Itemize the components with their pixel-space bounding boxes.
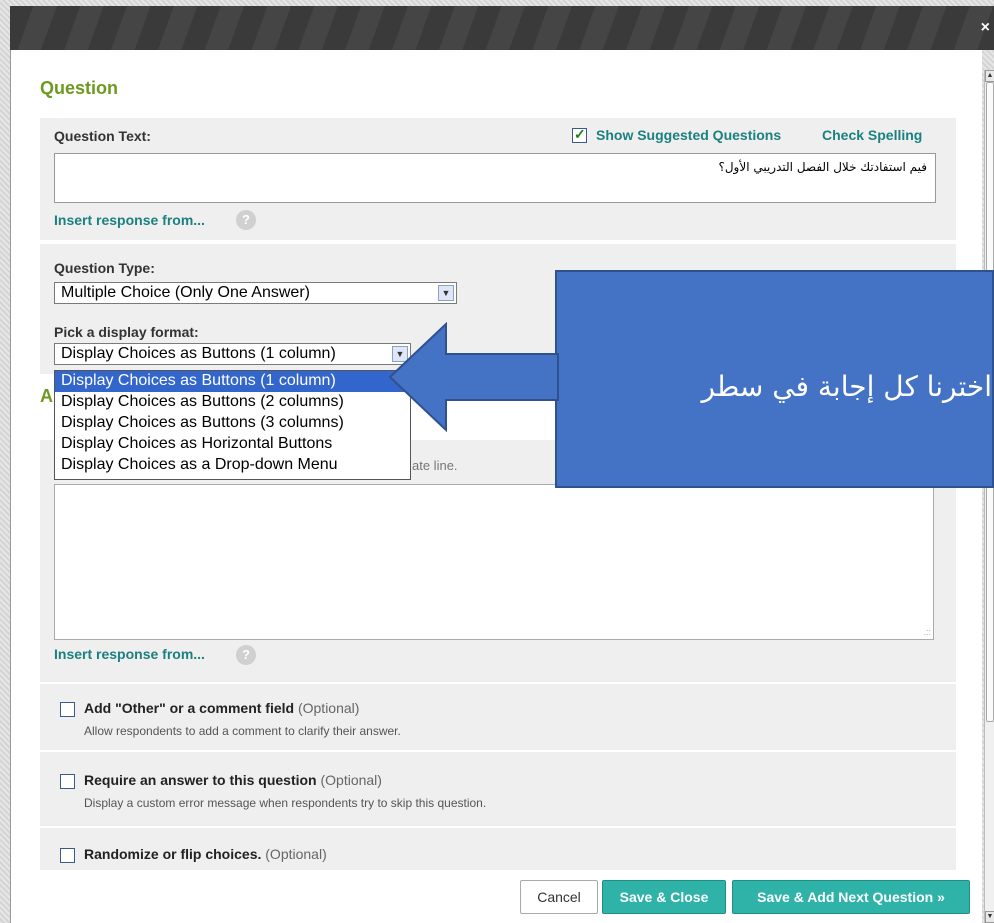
insert-response-link[interactable]: Insert response from... — [54, 212, 205, 228]
display-format-value: Display Choices as Buttons (1 column) — [61, 345, 336, 362]
dialog-scrollbar[interactable]: ▲ ▼ — [984, 70, 994, 923]
option-checkbox[interactable] — [60, 702, 75, 717]
display-format-dropdown[interactable]: Display Choices as Buttons (1 column) Di… — [54, 370, 411, 480]
answer-choices-textarea[interactable]: .:: — [54, 484, 934, 640]
help-icon[interactable]: ? — [236, 210, 256, 230]
dropdown-option[interactable]: Display Choices as Buttons (1 column) — [55, 371, 410, 392]
display-format-label: Pick a display format: — [54, 324, 199, 340]
answers-insert-response-link[interactable]: Insert response from... — [54, 646, 205, 662]
option-title: Randomize or flip choices. (Optional) — [84, 846, 327, 862]
option-title-text: Add "Other" or a comment field — [84, 700, 295, 716]
dropdown-option[interactable]: Display Choices as Horizontal Buttons — [55, 434, 410, 455]
dropdown-option[interactable]: Display Choices as Buttons (3 columns) — [55, 413, 410, 434]
cancel-button[interactable]: Cancel — [520, 880, 598, 914]
scroll-up-icon[interactable]: ▲ — [985, 70, 994, 82]
answers-section-title: A — [40, 386, 53, 406]
show-suggested-link[interactable]: Show Suggested Questions — [596, 127, 781, 143]
option-optional-label: (Optional) — [297, 700, 360, 716]
question-text-label: Question Text: — [54, 128, 151, 144]
option-checkbox[interactable] — [60, 774, 75, 789]
question-type-value: Multiple Choice (Only One Answer) — [61, 284, 310, 301]
question-text-input[interactable]: فيم استفادتك خلال الفصل التدريبي الأول؟ — [54, 153, 936, 203]
answers-help-icon[interactable]: ? — [236, 645, 256, 665]
option-optional-label: (Optional) — [320, 772, 382, 788]
resize-grip-icon[interactable]: .:: — [923, 627, 931, 637]
option-title-text: Require an answer to this question — [84, 772, 317, 788]
question-type-label: Question Type: — [54, 260, 155, 276]
option-checkbox[interactable] — [60, 848, 75, 863]
answers-hint: ate line. — [412, 458, 458, 473]
save-add-next-button[interactable]: Save & Add Next Question » — [732, 880, 970, 914]
dialog-titlebar: × — [10, 6, 994, 50]
option-title: Require an answer to this question (Opti… — [84, 772, 382, 788]
chevron-down-icon[interactable]: ▼ — [438, 285, 454, 301]
question-section-title: Question — [40, 78, 119, 98]
option-panel — [40, 684, 956, 750]
question-type-select[interactable]: Multiple Choice (Only One Answer) ▼ — [54, 282, 457, 304]
option-description: Allow respondents to add a comment to cl… — [84, 724, 401, 738]
close-icon[interactable]: × — [981, 20, 990, 36]
option-optional-label: (Optional) — [265, 846, 327, 862]
scroll-down-icon[interactable]: ▼ — [985, 911, 994, 923]
dropdown-option[interactable]: Display Choices as a Drop-down Menu — [55, 455, 410, 476]
option-title-text: Randomize or flip choices. — [84, 846, 262, 862]
show-suggested-checkbox[interactable] — [572, 126, 587, 143]
save-close-button[interactable]: Save & Close — [602, 880, 726, 914]
app-window: × ▲ ▼ Question Question Text: Show Sugge… — [0, 0, 994, 923]
option-panel — [40, 752, 956, 826]
annotation-callout-text: اخترنا كل إجابة في سطر — [701, 370, 992, 403]
option-title: Add "Other" or a comment field (Optional… — [84, 700, 359, 716]
annotation-callout: اخترنا كل إجابة في سطر — [555, 270, 994, 488]
annotation-arrow-icon — [388, 322, 559, 432]
option-description: Display a custom error message when resp… — [84, 796, 487, 810]
check-spelling-link[interactable]: Check Spelling — [822, 127, 922, 143]
display-format-select[interactable]: Display Choices as Buttons (1 column) ▼ — [54, 343, 411, 365]
dropdown-option[interactable]: Display Choices as Buttons (2 columns) — [55, 392, 410, 413]
